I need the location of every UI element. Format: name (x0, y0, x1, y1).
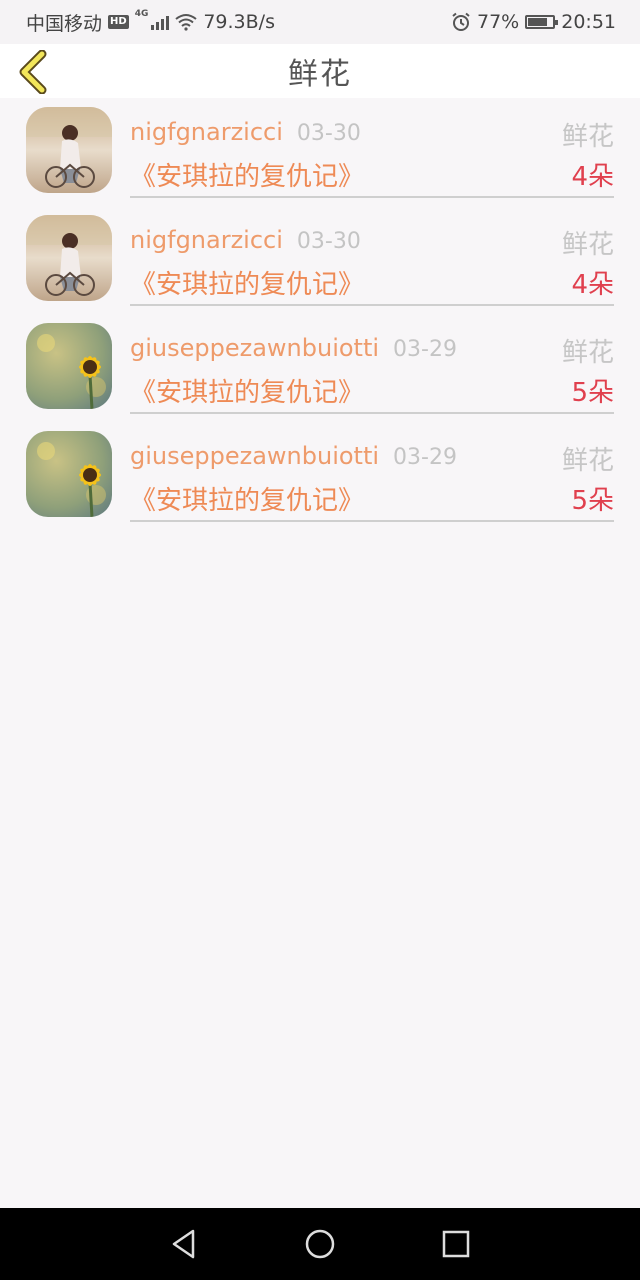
status-right: 77% 20:51 (451, 11, 616, 33)
list-item-info: nigfgnarzicci 03-30 《安琪拉的复仇记》 鲜花 4朵 (130, 98, 614, 198)
list-item[interactable]: nigfgnarzicci 03-30 《安琪拉的复仇记》 鲜花 4朵 (0, 98, 640, 206)
avatar[interactable] (26, 215, 112, 301)
app-header: 鲜花 (0, 44, 640, 98)
gift-count: 4朵 (571, 270, 614, 300)
user-name[interactable]: nigfgnarzicci 03-30 (130, 118, 361, 146)
system-nav-bar (0, 1208, 640, 1280)
book-title[interactable]: 《安琪拉的复仇记》 (130, 480, 364, 517)
carrier-name: 中国移动 (26, 12, 103, 35)
gift-type: 鲜花 (561, 338, 614, 368)
user-name-text: giuseppezawnbuiotti (130, 334, 380, 362)
book-title[interactable]: 《安琪拉的复仇记》 (130, 372, 364, 409)
user-name[interactable]: giuseppezawnbuiotti 03-29 (130, 334, 457, 362)
list-item[interactable]: giuseppezawnbuiotti 03-29 《安琪拉的复仇记》 鲜花 5朵 (0, 422, 640, 530)
gift-date: 03-30 (296, 121, 361, 146)
nav-back-button[interactable] (166, 1226, 202, 1262)
avatar[interactable] (26, 431, 112, 517)
alarm-icon (452, 12, 470, 31)
hd-icon: HD (108, 15, 129, 29)
page-title: 鲜花 (288, 57, 352, 92)
gift-date: 03-29 (393, 445, 457, 470)
clock: 20:51 (561, 11, 616, 33)
user-name-text: nigfgnarzicci (130, 118, 283, 146)
status-left: 中国移动 HD 4G 79.3B/s (26, 9, 275, 36)
back-button[interactable] (16, 49, 50, 95)
gift-type: 鲜花 (561, 446, 614, 476)
nav-home-button[interactable] (302, 1226, 338, 1262)
circle-home-icon (305, 1229, 335, 1259)
book-title[interactable]: 《安琪拉的复仇记》 (130, 264, 364, 301)
triangle-back-icon (172, 1229, 195, 1259)
gift-date: 03-30 (296, 229, 361, 254)
list-item-info: nigfgnarzicci 03-30 《安琪拉的复仇记》 鲜花 4朵 (130, 206, 614, 306)
user-name-text: giuseppezawnbuiotti (130, 442, 380, 470)
gift-type: 鲜花 (561, 230, 614, 260)
signal-icon (151, 14, 170, 30)
gift-count: 4朵 (571, 162, 614, 192)
avatar[interactable] (26, 323, 112, 409)
gift-date: 03-29 (393, 337, 457, 362)
battery-icon (525, 15, 559, 29)
status-bar: 中国移动 HD 4G 79.3B/s 77% 20:51 (0, 0, 640, 44)
user-name[interactable]: nigfgnarzicci 03-30 (130, 226, 361, 254)
book-title[interactable]: 《安琪拉的复仇记》 (130, 156, 364, 193)
gift-count: 5朵 (571, 486, 614, 516)
network-speed: 79.3B/s (203, 11, 275, 33)
avatar[interactable] (26, 107, 112, 193)
gift-list: nigfgnarzicci 03-30 《安琪拉的复仇记》 鲜花 4朵 nigfgnarz… (0, 98, 640, 530)
battery-percent: 77% (477, 11, 520, 33)
network-type: 4G (134, 8, 149, 19)
user-name[interactable]: giuseppezawnbuiotti 03-29 (130, 442, 457, 470)
chevron-left-icon (19, 49, 47, 95)
list-item-info: giuseppezawnbuiotti 03-29 《安琪拉的复仇记》 鲜花 5朵 (130, 422, 614, 522)
list-item[interactable]: nigfgnarzicci 03-30 《安琪拉的复仇记》 鲜花 4朵 (0, 206, 640, 314)
square-recents-icon (442, 1230, 470, 1258)
gift-count: 5朵 (571, 378, 614, 408)
list-item[interactable]: giuseppezawnbuiotti 03-29 《安琪拉的复仇记》 鲜花 5朵 (0, 314, 640, 422)
gift-type: 鲜花 (561, 122, 614, 152)
wifi-icon (175, 14, 197, 31)
user-name-text: nigfgnarzicci (130, 226, 283, 254)
nav-recents-button[interactable] (438, 1226, 474, 1262)
list-item-info: giuseppezawnbuiotti 03-29 《安琪拉的复仇记》 鲜花 5朵 (130, 314, 614, 414)
